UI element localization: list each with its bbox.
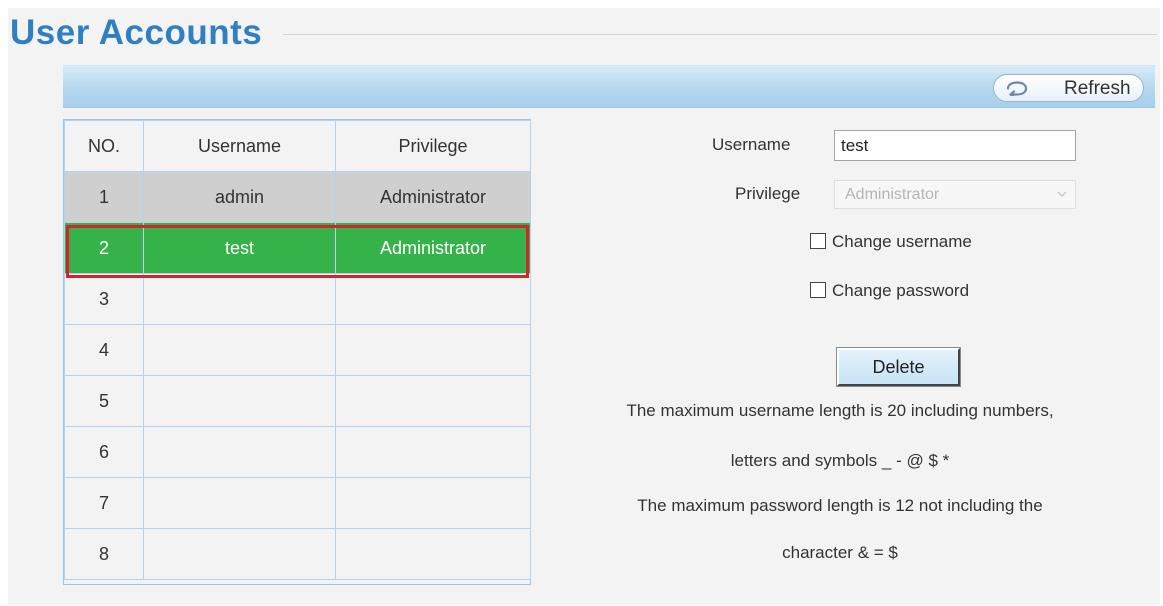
- cell-no: 7: [64, 477, 144, 529]
- table-header-row: NO. Username Privilege: [64, 120, 531, 172]
- cell-privilege: [335, 324, 531, 376]
- password-rule-text: The maximum password length is 12 not in…: [637, 496, 1043, 515]
- cell-no: 8: [64, 528, 144, 580]
- change-password-checkbox[interactable]: [810, 282, 826, 298]
- user-table: NO. Username Privilege 1 admin Administr…: [64, 120, 531, 580]
- column-header-privilege: Privilege: [335, 120, 531, 172]
- cell-privilege: [335, 273, 531, 325]
- user-table-container: NO. Username Privilege 1 admin Administr…: [63, 119, 531, 585]
- table-row[interactable]: 5: [64, 375, 531, 427]
- table-row[interactable]: 8: [64, 528, 531, 580]
- change-username-checkbox[interactable]: [810, 233, 826, 249]
- cell-no: 1: [64, 171, 144, 223]
- cell-privilege: Administrator: [335, 222, 531, 274]
- chevron-down-icon: [1057, 191, 1067, 198]
- change-username-label: Change username: [832, 232, 972, 251]
- cell-username: [143, 528, 336, 580]
- cell-privilege: Administrator: [335, 171, 531, 223]
- refresh-button[interactable]: Refresh: [993, 74, 1144, 102]
- title-divider: [283, 34, 1157, 35]
- cell-username: [143, 273, 336, 325]
- table-row[interactable]: 4: [64, 324, 531, 376]
- column-header-no: NO.: [64, 120, 144, 172]
- cell-username: [143, 375, 336, 427]
- table-row[interactable]: 6: [64, 426, 531, 478]
- privilege-select[interactable]: Administrator: [834, 180, 1076, 209]
- change-password-label: Change password: [832, 281, 970, 300]
- table-row[interactable]: 1 admin Administrator: [64, 171, 531, 223]
- refresh-label: Refresh: [1064, 78, 1131, 99]
- toolbar: Refresh: [63, 65, 1155, 108]
- cell-username: test: [143, 222, 336, 274]
- username-label: Username: [712, 135, 791, 154]
- username-rule-text-cont: letters and symbols _ - @ $ *: [730, 451, 950, 470]
- cell-privilege: [335, 528, 531, 580]
- cell-privilege: [335, 375, 531, 427]
- table-row-selected[interactable]: 2 test Administrator: [64, 222, 531, 274]
- username-input[interactable]: [834, 130, 1076, 161]
- cell-privilege: [335, 477, 531, 529]
- cell-username: [143, 426, 336, 478]
- privilege-select-value: Administrator: [845, 186, 940, 203]
- cell-no: 6: [64, 426, 144, 478]
- cell-no: 2: [64, 222, 144, 274]
- table-row[interactable]: 7: [64, 477, 531, 529]
- refresh-icon: [1006, 81, 1028, 96]
- column-header-username: Username: [143, 120, 336, 172]
- cell-no: 4: [64, 324, 144, 376]
- cell-no: 5: [64, 375, 144, 427]
- table-row[interactable]: 3: [64, 273, 531, 325]
- privilege-label: Privilege: [735, 184, 801, 203]
- password-rule-text-cont: character & = $: [782, 543, 898, 562]
- username-rule-text: The maximum username length is 20 includ…: [626, 401, 1054, 420]
- page-title: User Accounts: [10, 13, 263, 52]
- cell-privilege: [335, 426, 531, 478]
- cell-username: [143, 324, 336, 376]
- delete-button[interactable]: Delete: [836, 347, 961, 387]
- cell-username: [143, 477, 336, 529]
- cell-no: 3: [64, 273, 144, 325]
- cell-username: admin: [143, 171, 336, 223]
